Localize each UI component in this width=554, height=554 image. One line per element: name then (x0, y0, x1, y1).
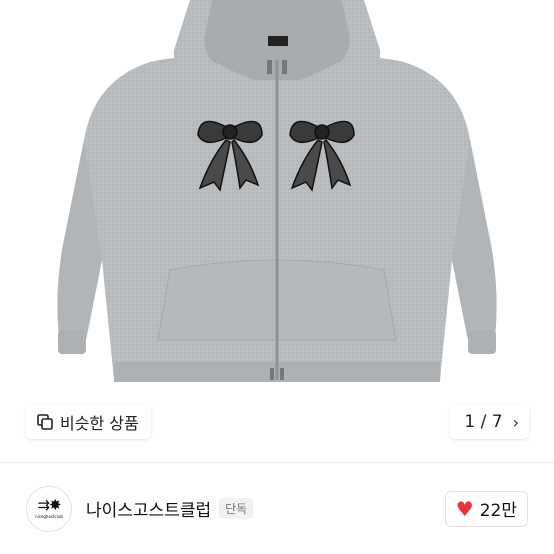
brand-logo-mark: ⇉✸ (37, 496, 61, 514)
exclusive-badge: 단독 (219, 498, 254, 519)
like-button[interactable]: ♥ 22만 (444, 490, 528, 527)
image-pager[interactable]: 1 / 7 › (450, 405, 529, 439)
similar-products-button[interactable]: 비슷한 상품 (26, 405, 151, 439)
chevron-right-icon[interactable]: › (513, 413, 519, 432)
product-image[interactable]: 비슷한 상품 1 / 7 › (0, 0, 554, 460)
brand-name[interactable]: 나이스고스트클럽 (86, 496, 211, 521)
brand-row: ⇉✸ niceghostclub 나이스고스트클럽 단독 ♥ 22만 (0, 463, 554, 554)
pager-text: 1 / 7 (464, 412, 503, 432)
hoodie-illustration (57, 0, 497, 382)
brand-logo[interactable]: ⇉✸ niceghostclub (26, 485, 72, 532)
similar-items-icon (36, 413, 54, 431)
brand-logo-text: niceghostclub (35, 514, 63, 519)
like-count: 22만 (479, 501, 517, 521)
similar-products-label: 비슷한 상품 (60, 414, 139, 433)
heart-icon: ♥ (455, 496, 474, 521)
